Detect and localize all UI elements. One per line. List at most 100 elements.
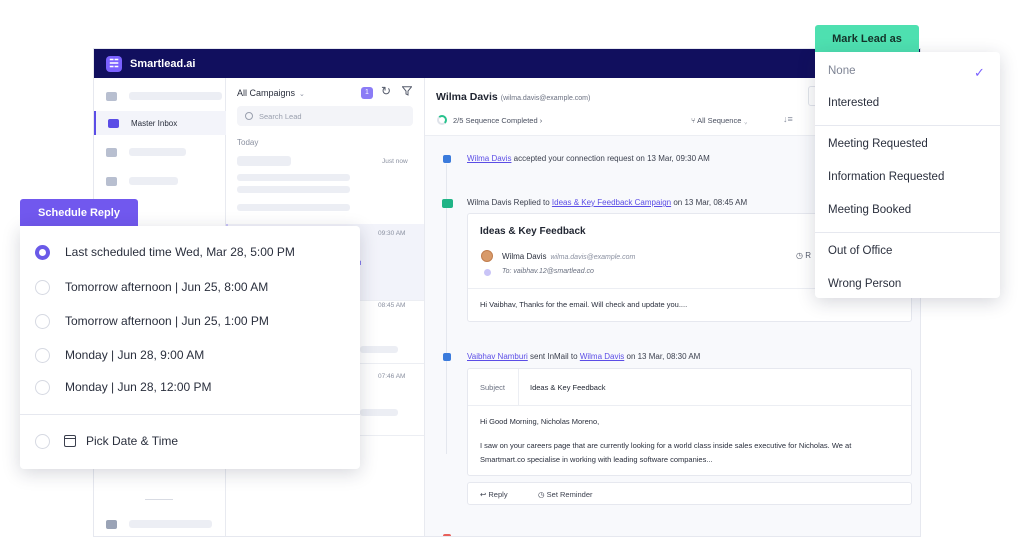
send-icon: [106, 91, 117, 101]
lead-time: 07:46 AM: [378, 373, 406, 380]
mark-lead-option-information-requested[interactable]: Information Requested: [828, 171, 944, 183]
lead-preview-placeholder: [237, 186, 350, 193]
event-text: Wilma Davis Replied to: [467, 198, 552, 207]
mark-lead-option-meeting-booked[interactable]: Meeting Booked: [828, 204, 911, 216]
pick-date-time-label: Pick Date & Time: [86, 434, 179, 448]
chevron-down-icon: ⌄: [299, 91, 305, 98]
lead-preview-placeholder: [237, 174, 350, 181]
dropdown-divider: [815, 125, 1000, 126]
radio-icon[interactable]: [35, 379, 50, 395]
sequence-status-label: 2/5 Sequence Completed: [453, 116, 538, 125]
radio-icon[interactable]: [35, 279, 50, 295]
recipient-icon: [484, 269, 491, 276]
pick-date-time-option[interactable]: Pick Date & Time: [20, 426, 360, 456]
email-time-fragment: R: [805, 251, 811, 260]
lead-time: Just now: [382, 158, 408, 165]
sidebar-item-4[interactable]: [94, 169, 226, 193]
campaign-link[interactable]: Ideas & Key Feedback Campaign: [552, 198, 671, 207]
lead-name: Wilma Davis: [436, 91, 498, 103]
lead-time: 09:30 AM: [378, 230, 406, 237]
mark-lead-option-meeting-requested[interactable]: Meeting Requested: [828, 138, 928, 150]
filter-icon[interactable]: [402, 86, 412, 96]
schedule-option[interactable]: Tomorrow afternoon | Jun 25, 8:00 AM: [20, 272, 360, 302]
chevron-right-icon: ›: [539, 116, 543, 125]
sequence-filter-label: All Sequence: [697, 116, 742, 125]
mark-lead-option-none[interactable]: None: [828, 65, 856, 77]
sender-link[interactable]: Vaibhav Namburi: [467, 352, 528, 361]
event-text: on 13 Mar, 08:45 AM: [671, 198, 748, 207]
linkedin-icon: [443, 353, 451, 361]
schedule-option[interactable]: Last scheduled time Wed, Mar 28, 5:00 PM: [20, 237, 360, 267]
linkedin-icon: [443, 155, 451, 163]
search-placeholder: Search Lead: [259, 111, 302, 121]
radio-selected-icon[interactable]: [35, 244, 50, 260]
email-reply-icon: [442, 199, 453, 208]
branch-icon: ⑂: [691, 116, 696, 125]
sidebar-item-slack[interactable]: [94, 512, 226, 536]
set-reminder-button[interactable]: ◷ Set Reminder: [538, 490, 593, 499]
radio-icon[interactable]: [35, 433, 50, 449]
schedule-option-label: Last scheduled time Wed, Mar 28, 5:00 PM: [65, 245, 295, 259]
subject-divider: [518, 369, 519, 405]
email-from: Wilma Davis wilma.davis@example.com: [502, 252, 635, 261]
today-heading: Today: [237, 138, 259, 147]
search-lead-input[interactable]: Search Lead: [237, 106, 413, 126]
timeline-event-reply: Wilma Davis Replied to Ideas & Key Feedb…: [467, 198, 747, 207]
sidebar-label-placeholder: [129, 520, 212, 528]
sidebar-item-1[interactable]: [94, 84, 226, 108]
sequence-status[interactable]: 2/5 Sequence Completed ›: [453, 116, 542, 125]
list-icon: [106, 147, 117, 157]
sidebar-item-label: Master Inbox: [131, 118, 178, 128]
schedule-option[interactable]: Monday | Jun 28, 12:00 PM: [20, 372, 360, 402]
calendar-icon: [64, 435, 76, 447]
schedule-option[interactable]: Monday | Jun 28, 9:00 AM: [20, 340, 360, 370]
mark-lead-option-out-of-office[interactable]: Out of Office: [828, 245, 892, 257]
from-name: Wilma Davis: [502, 252, 547, 261]
sidebar-item-3[interactable]: [94, 140, 226, 164]
lead-name-title: Wilma Davis (wilma.davis@example.com): [436, 91, 590, 103]
clock-icon: ◷: [538, 490, 545, 499]
radio-icon[interactable]: [35, 313, 50, 329]
app-title: Smartlead.ai: [130, 57, 196, 70]
inbox-icon: [108, 118, 119, 128]
chevron-down-icon: ⌄: [743, 116, 748, 125]
schedule-option-label: Tomorrow afternoon | Jun 25, 8:00 AM: [65, 280, 269, 294]
subject-value: Ideas & Key Feedback: [530, 383, 606, 392]
inmail-card: Subject Ideas & Key Feedback Hi Good Mor…: [467, 368, 912, 476]
subject-label: Subject: [480, 383, 506, 392]
schedule-option[interactable]: Tomorrow afternoon | Jun 25, 1:00 PM: [20, 306, 360, 336]
sidebar-label-placeholder: [129, 177, 178, 185]
email-body: Hi Vaibhav, Thanks for the email. Will c…: [480, 300, 688, 309]
lead-link[interactable]: Wilma Davis: [580, 352, 624, 361]
schedule-reply-popup: Last scheduled time Wed, Mar 28, 5:00 PM…: [20, 226, 360, 469]
timeline-event-connection: Wilma Davis accepted your connection req…: [467, 154, 710, 163]
set-reminder-label: Set Reminder: [546, 490, 593, 499]
smartlead-logo-icon: ☵: [106, 55, 122, 72]
lead-link[interactable]: Wilma Davis: [467, 154, 511, 163]
mark-lead-option-interested[interactable]: Interested: [828, 97, 879, 109]
schedule-reply-title: Schedule Reply: [20, 199, 138, 226]
reply-action-bar: ↩ Reply ◷ Set Reminder: [467, 482, 912, 505]
search-icon: [245, 112, 253, 120]
sequence-progress-icon: [437, 115, 447, 125]
puzzle-icon: [106, 176, 117, 186]
refresh-icon[interactable]: ↻: [381, 84, 391, 98]
top-bar: ☵ Smartlead.ai: [94, 49, 920, 78]
sort-icon[interactable]: ↓≡: [783, 114, 793, 124]
radio-icon[interactable]: [35, 347, 50, 363]
sequence-filter-dropdown[interactable]: ⑂ All Sequence ⌄: [691, 116, 748, 125]
sidebar-item-master-inbox[interactable]: Master Inbox: [94, 111, 226, 135]
campaign-filter-dropdown[interactable]: All Campaigns ⌄: [237, 88, 305, 98]
reply-icon: ↩: [480, 490, 487, 499]
mark-lead-option-wrong-person[interactable]: Wrong Person: [828, 278, 901, 290]
sidebar-label-placeholder: [129, 148, 186, 156]
unread-count-badge[interactable]: 1: [361, 87, 373, 99]
sidebar-divider: [145, 499, 173, 500]
reply-button[interactable]: ↩ Reply: [480, 490, 508, 499]
mark-lead-title: Mark Lead as: [815, 25, 919, 52]
lead-preview-placeholder: [360, 409, 398, 416]
event-text: on 13 Mar, 08:30 AM: [624, 352, 701, 361]
dropdown-divider: [815, 232, 1000, 233]
lead-preview-placeholder: [237, 204, 350, 211]
lead-time: 08:45 AM: [378, 302, 406, 309]
